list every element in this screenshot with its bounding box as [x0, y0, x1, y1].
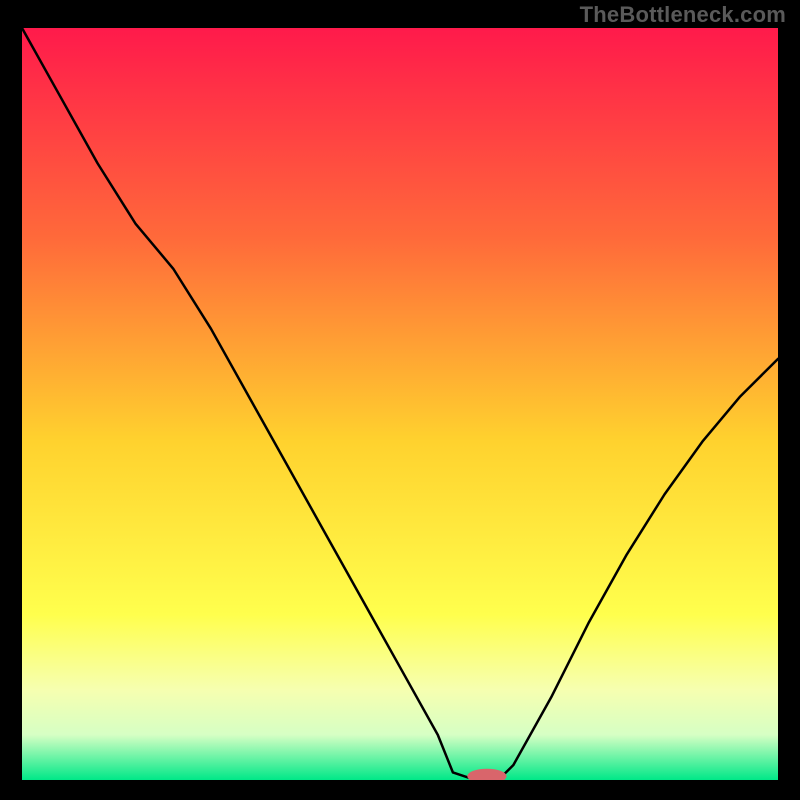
- plot-area: [22, 28, 778, 780]
- watermark-text: TheBottleneck.com: [580, 2, 786, 28]
- chart-svg: [22, 28, 778, 780]
- chart-frame: TheBottleneck.com: [0, 0, 800, 800]
